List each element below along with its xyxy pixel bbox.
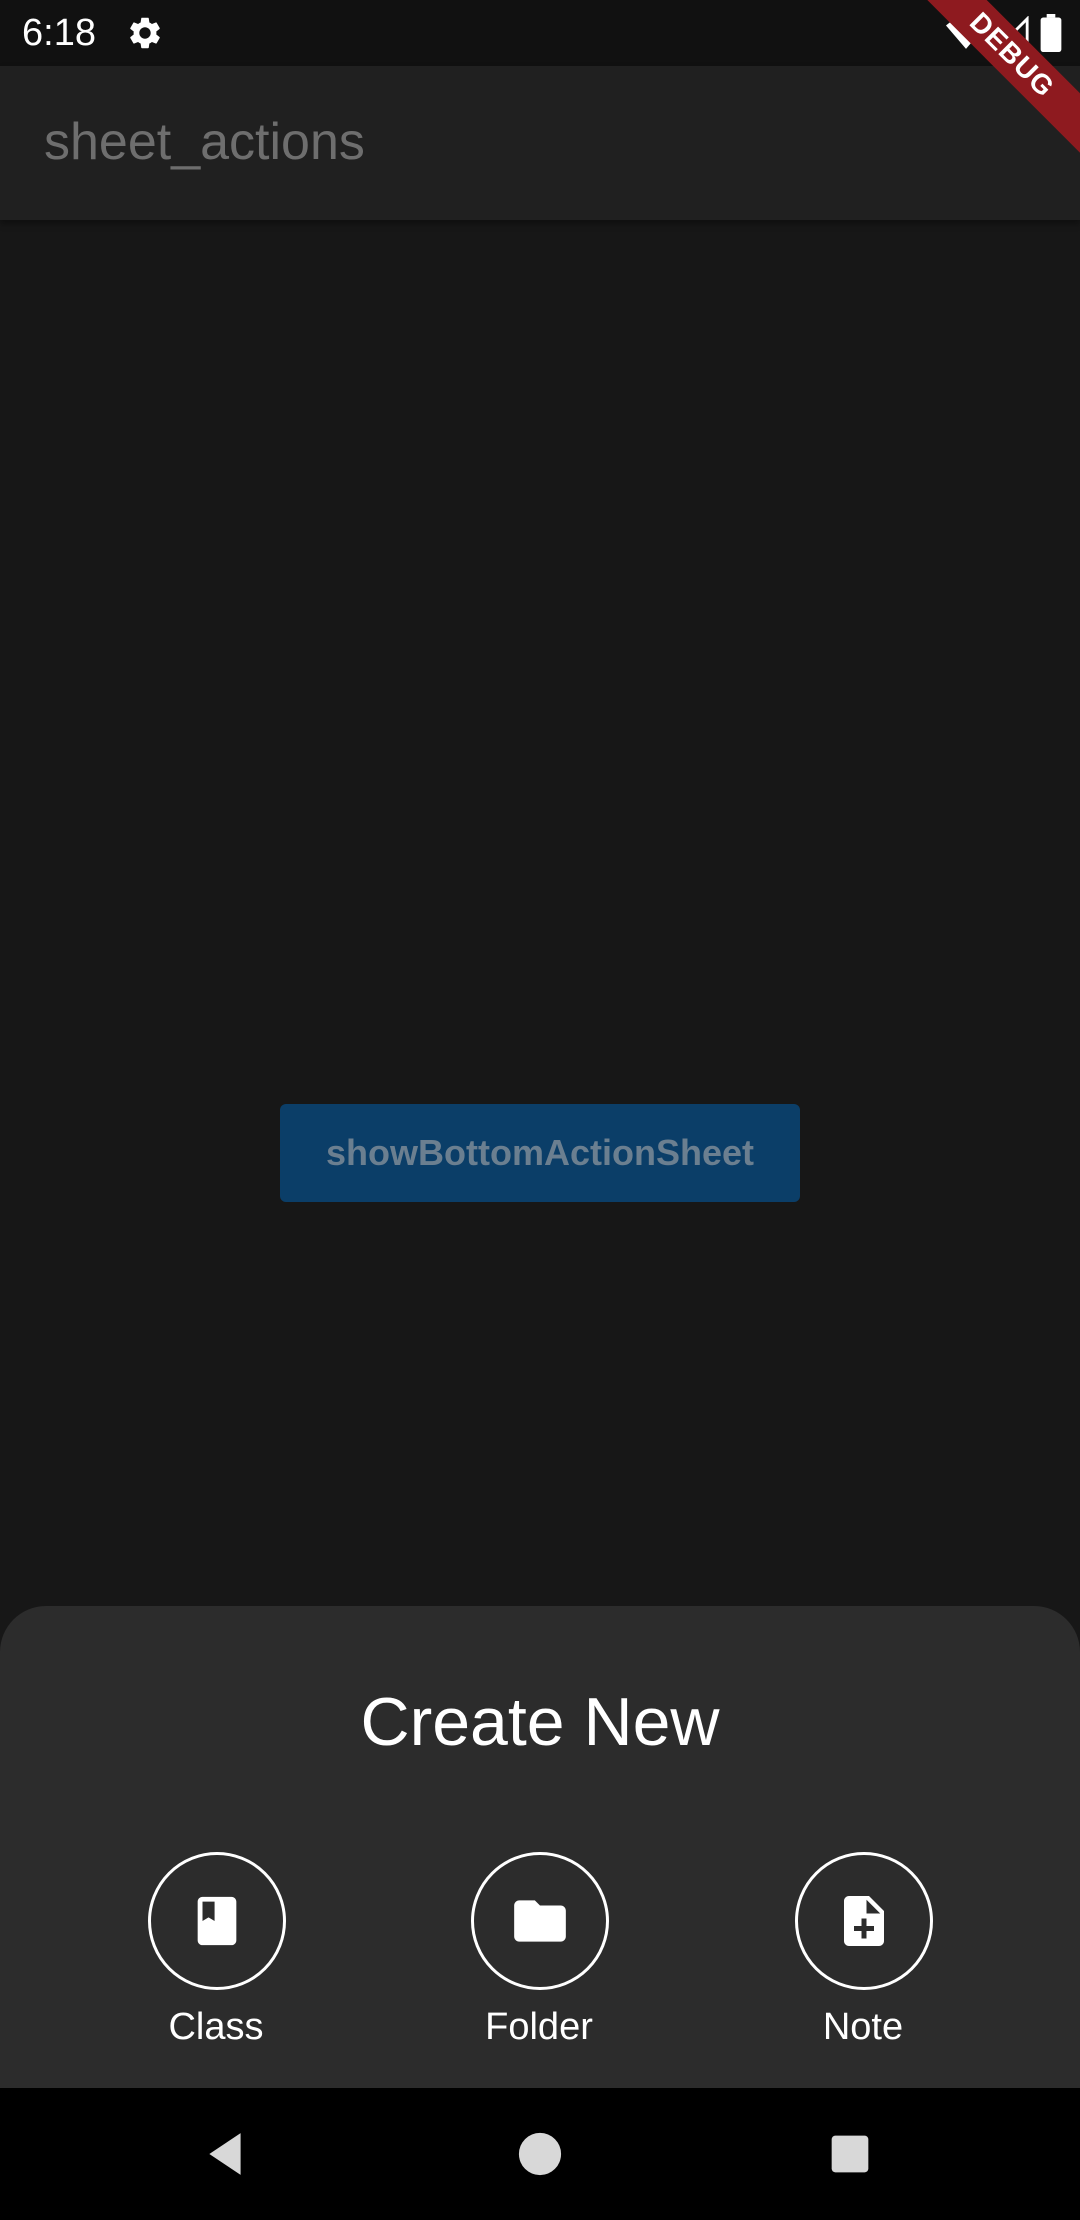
class-book-icon	[197, 1896, 237, 1946]
wifi-icon	[946, 17, 986, 49]
status-bar: 6:18	[0, 0, 1080, 66]
folder-action[interactable]: Folder	[439, 1852, 639, 2062]
class-action[interactable]: Class	[116, 1852, 316, 2062]
show-bottom-action-sheet-button[interactable]: showBottomActionSheet	[280, 1104, 800, 1202]
note-action-label: Note	[822, 2006, 904, 2048]
note-add-icon	[844, 1896, 884, 1946]
folder-action-label: Folder	[485, 2006, 593, 2048]
folder-action-circle[interactable]	[471, 1852, 609, 1990]
back-button[interactable]	[196, 2124, 256, 2184]
note-action[interactable]: Note	[763, 1852, 963, 2062]
screen: 6:18 DEBUG sheet_actions showBottomActio…	[0, 0, 1080, 2220]
back-icon	[209, 2133, 241, 2175]
recents-icon	[831, 2135, 869, 2173]
app-title: sheet_actions	[44, 113, 365, 171]
class-action-label: Class	[168, 2006, 264, 2048]
home-icon	[518, 2132, 562, 2176]
recents-button[interactable]	[820, 2124, 880, 2184]
navigation-bar	[0, 2088, 1080, 2220]
status-icons	[946, 12, 1062, 54]
folder-icon	[514, 1900, 566, 1942]
status-time: 6:18	[22, 12, 96, 54]
signal-icon	[996, 16, 1029, 49]
battery-icon	[1040, 14, 1062, 52]
home-button[interactable]	[510, 2124, 570, 2184]
gear-icon	[130, 17, 160, 49]
sheet-title: Create New	[360, 1684, 720, 1760]
bottom-action-sheet: Create New Class Folder Note	[0, 1606, 1080, 2088]
app-bar: sheet_actions	[0, 66, 1080, 220]
class-action-circle[interactable]	[148, 1852, 286, 1990]
note-action-circle[interactable]	[795, 1852, 933, 1990]
